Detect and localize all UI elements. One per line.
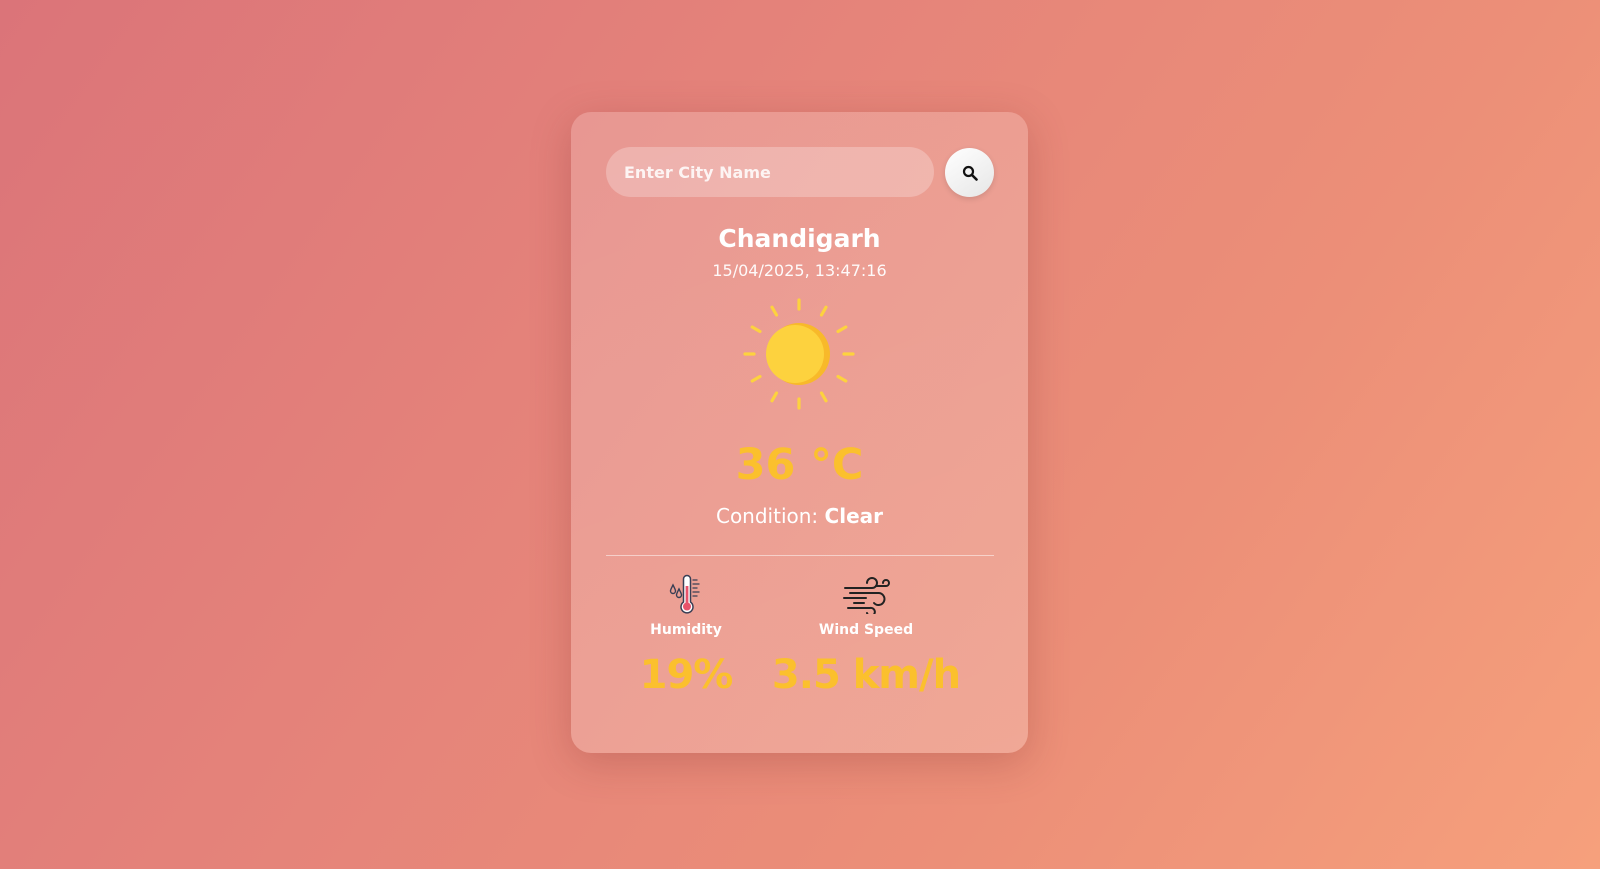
search-button[interactable] <box>945 148 994 197</box>
search-bar <box>606 147 994 197</box>
condition-label: Condition: <box>715 504 819 528</box>
city-search-input[interactable] <box>606 147 934 197</box>
wind-speed-label: Wind Speed <box>818 622 914 638</box>
thermometer-humidity-icon <box>669 574 700 614</box>
humidity-label: Humidity <box>650 622 722 638</box>
divider <box>606 555 994 556</box>
date-time: 15/04/2025, 13:47:16 <box>712 261 887 280</box>
weather-card: Chandigarh 15/04/2025, 13:47:16 36 °C Co… <box>571 112 1028 753</box>
sun-icon <box>743 298 855 410</box>
humidity-stat: Humidity 19% <box>621 574 751 698</box>
city-name: Chandigarh <box>718 224 881 253</box>
wind-stat: Wind Speed 3.5 km/h <box>761 574 971 698</box>
search-icon <box>962 165 978 181</box>
condition-text: Condition: Clear <box>571 504 1028 528</box>
wind-speed-value: 3.5 km/h <box>771 652 961 698</box>
temperature-value: 36 °C <box>735 440 864 490</box>
wind-icon <box>843 577 890 614</box>
condition-value: Clear <box>824 504 883 528</box>
humidity-value: 19% <box>639 652 734 698</box>
